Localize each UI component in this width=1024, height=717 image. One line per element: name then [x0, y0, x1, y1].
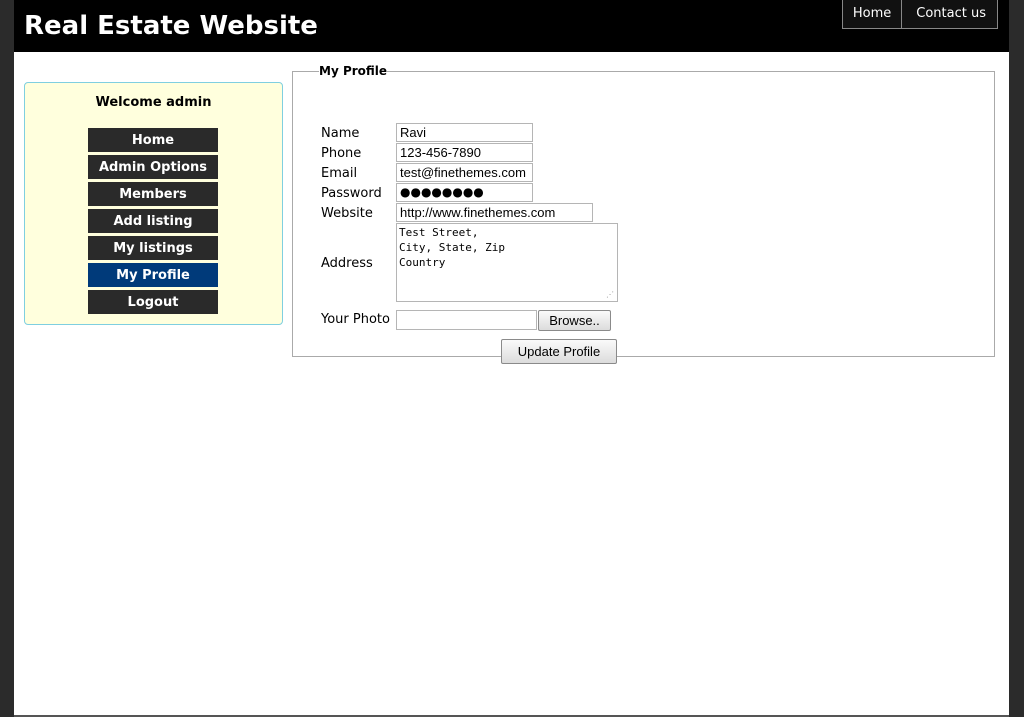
- welcome-message: Welcome admin: [95, 95, 212, 110]
- name-label: Name: [321, 126, 360, 141]
- update-profile-button[interactable]: Update Profile: [501, 339, 617, 364]
- address-label: Address: [321, 256, 373, 271]
- profile-legend: My Profile: [319, 64, 388, 78]
- phone-input[interactable]: [396, 143, 533, 162]
- email-input[interactable]: [396, 163, 533, 182]
- top-nav-home-link[interactable]: Home: [842, 0, 902, 28]
- password-label: Password: [321, 186, 382, 201]
- sidebar-menu: Home Admin Options Members Add listing M…: [88, 128, 218, 317]
- browse-button[interactable]: Browse..: [538, 310, 611, 331]
- sidebar-item-admin-options[interactable]: Admin Options: [88, 155, 218, 179]
- website-input[interactable]: [396, 203, 593, 222]
- photo-file-path[interactable]: [396, 310, 537, 330]
- sidebar-item-my-listings[interactable]: My listings: [88, 236, 218, 260]
- phone-label: Phone: [321, 146, 362, 161]
- site-header: Real Estate Website Home Contact us: [14, 0, 1009, 52]
- photo-label: Your Photo: [321, 312, 390, 327]
- site-title: Real Estate Website: [24, 11, 318, 41]
- sidebar-item-logout[interactable]: Logout: [88, 290, 218, 314]
- top-nav-contact-link[interactable]: Contact us: [901, 0, 997, 28]
- sidebar-item-add-listing[interactable]: Add listing: [88, 209, 218, 233]
- website-label: Website: [321, 206, 373, 221]
- name-input[interactable]: [396, 123, 533, 142]
- password-input[interactable]: ●●●●●●●●: [396, 183, 533, 202]
- email-label: Email: [321, 166, 358, 181]
- resize-grip-icon[interactable]: ⋰: [606, 291, 614, 299]
- sidebar-item-my-profile[interactable]: My Profile: [88, 263, 218, 287]
- sidebar: Welcome admin Home Admin Options Members…: [24, 82, 283, 325]
- page: Real Estate Website Home Contact us Welc…: [14, 0, 1009, 717]
- top-nav: Home Contact us: [841, 0, 998, 29]
- sidebar-item-members[interactable]: Members: [88, 182, 218, 206]
- address-textarea[interactable]: [396, 223, 618, 302]
- sidebar-item-home[interactable]: Home: [88, 128, 218, 152]
- profile-form: My Profile Name Phone Email Password ●●●…: [292, 64, 995, 364]
